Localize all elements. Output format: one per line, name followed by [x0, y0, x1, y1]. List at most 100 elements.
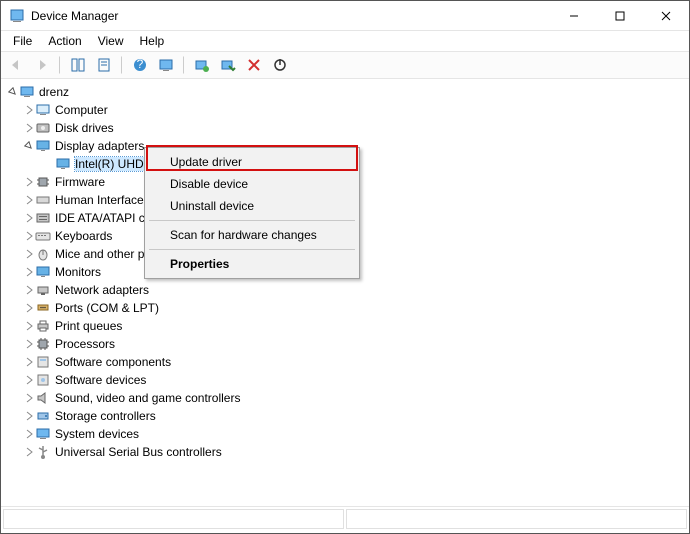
tree-root[interactable]: drenz	[7, 83, 687, 101]
maximize-button[interactable]	[597, 1, 643, 31]
menu-view[interactable]: View	[92, 32, 130, 50]
tree-label: Intel(R) UHD	[75, 157, 144, 171]
expand-icon[interactable]	[23, 320, 35, 332]
tree-label: Computer	[55, 103, 108, 117]
tree-label: Software components	[55, 355, 171, 369]
status-cell	[346, 509, 687, 529]
tree-label: Print queues	[55, 319, 122, 333]
help-button[interactable]: ?	[129, 54, 151, 76]
expand-icon[interactable]	[23, 356, 35, 368]
collapse-icon[interactable]	[23, 140, 35, 152]
tree-item-sound[interactable]: Sound, video and game controllers	[7, 389, 687, 407]
context-scan-hardware[interactable]: Scan for hardware changes	[148, 224, 356, 246]
sw-component-icon	[35, 354, 51, 370]
expand-icon[interactable]	[23, 338, 35, 350]
tree-item-software-components[interactable]: Software components	[7, 353, 687, 371]
tree-item-processors[interactable]: Processors	[7, 335, 687, 353]
tree-label: Human Interface	[55, 193, 144, 207]
menu-action[interactable]: Action	[42, 32, 87, 50]
expand-icon[interactable]	[23, 176, 35, 188]
properties-button[interactable]	[93, 54, 115, 76]
expand-icon[interactable]	[23, 194, 35, 206]
context-uninstall-device[interactable]: Uninstall device	[148, 195, 356, 217]
back-button[interactable]	[5, 54, 27, 76]
context-disable-device[interactable]: Disable device	[148, 173, 356, 195]
tree-item-storage[interactable]: Storage controllers	[7, 407, 687, 425]
scan-hardware-button[interactable]	[155, 54, 177, 76]
computer-icon	[19, 84, 35, 100]
svg-text:?: ?	[137, 57, 144, 71]
context-menu: Update driver Disable device Uninstall d…	[144, 147, 360, 279]
toolbar-separator	[183, 56, 185, 74]
tree-label: Processors	[55, 337, 115, 351]
tree-label: Sound, video and game controllers	[55, 391, 240, 405]
close-button[interactable]	[643, 1, 689, 31]
expand-icon[interactable]	[23, 410, 35, 422]
tree-label: Software devices	[55, 373, 146, 387]
expand-icon[interactable]	[23, 230, 35, 242]
tree-label: Display adapters	[55, 139, 144, 153]
title-bar: Device Manager	[1, 1, 689, 31]
ide-icon	[35, 210, 51, 226]
computer-icon	[35, 102, 51, 118]
mouse-icon	[35, 246, 51, 262]
tree-item-ports[interactable]: Ports (COM & LPT)	[7, 299, 687, 317]
update-driver-button[interactable]	[191, 54, 213, 76]
expand-icon[interactable]	[23, 428, 35, 440]
disable-device-button[interactable]	[269, 54, 291, 76]
toolbar-separator	[121, 56, 123, 74]
tree-label: drenz	[39, 85, 69, 99]
tree-item-network-adapters[interactable]: Network adapters	[7, 281, 687, 299]
tree-item-print-queues[interactable]: Print queues	[7, 317, 687, 335]
toolbar: ?	[1, 51, 689, 79]
tree-label: Mice and other p	[55, 247, 144, 261]
port-icon	[35, 300, 51, 316]
enable-device-button[interactable]	[217, 54, 239, 76]
network-icon	[35, 282, 51, 298]
app-icon	[9, 8, 25, 24]
device-tree-panel: drenz Computer Disk drives Display adapt…	[1, 79, 689, 507]
context-update-driver[interactable]: Update driver	[148, 151, 356, 173]
tree-item-software-devices[interactable]: Software devices	[7, 371, 687, 389]
expand-icon[interactable]	[23, 266, 35, 278]
monitor-icon	[35, 264, 51, 280]
tree-item-computer[interactable]: Computer	[7, 101, 687, 119]
expand-icon[interactable]	[23, 248, 35, 260]
tree-item-disk-drives[interactable]: Disk drives	[7, 119, 687, 137]
tree-label: Monitors	[55, 265, 101, 279]
collapse-icon[interactable]	[7, 86, 19, 98]
tree-label: Firmware	[55, 175, 105, 189]
expand-icon[interactable]	[23, 302, 35, 314]
expand-icon[interactable]	[23, 374, 35, 386]
printer-icon	[35, 318, 51, 334]
tree-item-usb[interactable]: Universal Serial Bus controllers	[7, 443, 687, 461]
expand-icon[interactable]	[23, 284, 35, 296]
display-adapter-icon	[35, 138, 51, 154]
expand-icon[interactable]	[23, 392, 35, 404]
sw-device-icon	[35, 372, 51, 388]
hid-icon	[35, 192, 51, 208]
sound-icon	[35, 390, 51, 406]
minimize-button[interactable]	[551, 1, 597, 31]
menu-bar: File Action View Help	[1, 31, 689, 51]
tree-label: Storage controllers	[55, 409, 156, 423]
tree-label: IDE ATA/ATAPI co	[55, 211, 151, 225]
context-separator	[149, 220, 355, 221]
menu-file[interactable]: File	[7, 32, 38, 50]
show-hide-console-tree-button[interactable]	[67, 54, 89, 76]
expand-icon[interactable]	[23, 104, 35, 116]
status-cell	[3, 509, 344, 529]
keyboard-icon	[35, 228, 51, 244]
storage-icon	[35, 408, 51, 424]
forward-button[interactable]	[31, 54, 53, 76]
menu-help[interactable]: Help	[134, 32, 171, 50]
processor-icon	[35, 336, 51, 352]
context-separator	[149, 249, 355, 250]
expand-icon[interactable]	[23, 212, 35, 224]
context-properties[interactable]: Properties	[148, 253, 356, 275]
tree-item-system[interactable]: System devices	[7, 425, 687, 443]
expand-icon[interactable]	[23, 122, 35, 134]
tree-label: System devices	[55, 427, 139, 441]
expand-icon[interactable]	[23, 446, 35, 458]
uninstall-device-button[interactable]	[243, 54, 265, 76]
